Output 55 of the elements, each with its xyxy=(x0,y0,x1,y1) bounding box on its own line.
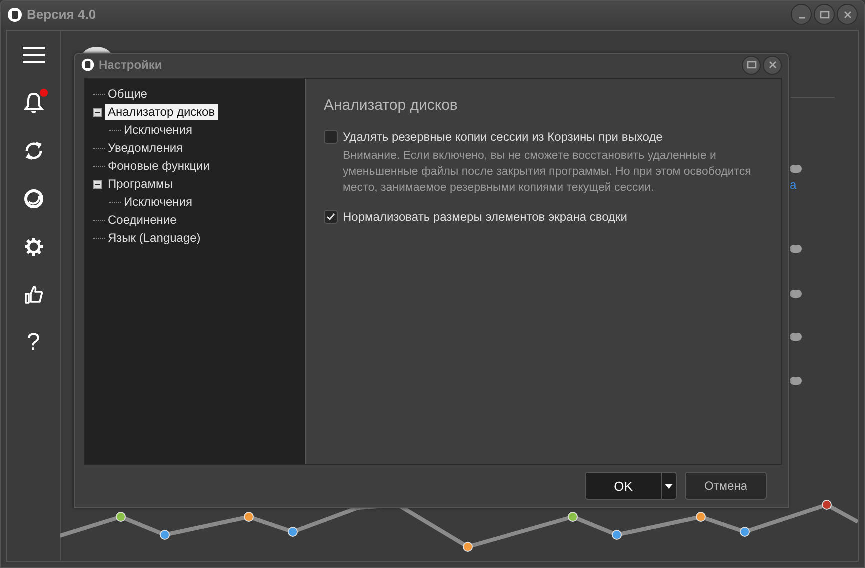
collapse-icon[interactable] xyxy=(93,180,105,188)
close-icon xyxy=(768,60,778,70)
maximize-button[interactable] xyxy=(814,4,835,25)
refresh-icon xyxy=(24,140,44,162)
thumbs-up-icon xyxy=(24,285,44,305)
toggle-switch[interactable] xyxy=(790,290,802,298)
section-title: Анализатор дисков xyxy=(324,97,459,114)
chart-point xyxy=(244,512,254,522)
minimize-button[interactable] xyxy=(791,4,812,25)
caret-icon xyxy=(665,484,673,488)
settings-icon xyxy=(24,237,44,257)
minimize-icon xyxy=(798,16,804,18)
disk-icon xyxy=(24,189,44,209)
chart-point xyxy=(160,530,170,540)
tree-item[interactable]: Уведомления xyxy=(105,140,186,156)
bell-icon xyxy=(24,92,44,114)
toggle-switch[interactable] xyxy=(790,245,802,253)
checkbox[interactable] xyxy=(324,210,338,224)
tree-item[interactable]: Общие xyxy=(105,86,150,102)
close-icon xyxy=(842,10,852,20)
chart-point xyxy=(116,512,126,522)
tree-item[interactable]: Программы xyxy=(105,176,176,192)
collapse-icon[interactable] xyxy=(93,108,105,116)
chart-point xyxy=(612,530,622,540)
tree-item[interactable]: Язык (Language) xyxy=(105,230,204,246)
checkbox-label: Нормализовать размеры элементов экрана сводки xyxy=(343,210,628,224)
maximize-icon xyxy=(820,10,830,20)
option-note: Внимание. Если включено, вы не сможете восстановить удаленные и уменьшенные файлы после закрытия программы. Но при этом освободится место, занимаемое резервными копиями текущей сессии. xyxy=(343,149,752,196)
checkmark-icon xyxy=(326,212,336,222)
maximize-icon xyxy=(746,60,756,70)
maximize-button[interactable] xyxy=(742,56,761,74)
tree-item[interactable]: Исключения xyxy=(121,122,196,138)
close-button[interactable] xyxy=(837,4,858,25)
chart-point xyxy=(822,500,832,510)
cancel-button[interactable]: Отмена xyxy=(685,472,767,500)
chart-point xyxy=(740,527,750,537)
tree-item[interactable]: Соединение xyxy=(105,212,180,228)
checkbox-label: Удалять резервные копии сессии из Корзины при выходе xyxy=(343,130,663,144)
toggle-switch[interactable] xyxy=(790,377,802,385)
tree-item[interactable]: Анализатор дисков xyxy=(105,104,218,120)
help-button[interactable]: ? xyxy=(18,329,48,357)
toggle-switch[interactable] xyxy=(790,333,802,341)
chart-point xyxy=(568,512,578,522)
checkbox[interactable] xyxy=(324,130,338,144)
chart-point xyxy=(463,542,473,552)
close-button[interactable] xyxy=(763,56,782,74)
dialog-title: Настройки xyxy=(99,58,162,72)
chart-point xyxy=(288,527,298,537)
tree-item[interactable]: Фоновые функции xyxy=(105,158,213,174)
chart-point xyxy=(696,512,706,522)
window-title: Версия 4.0 xyxy=(27,7,96,22)
logo-icon xyxy=(7,6,23,22)
toggle-switch[interactable] xyxy=(790,165,802,173)
tree-item[interactable]: Исключения xyxy=(121,194,196,210)
menu-icon xyxy=(22,46,44,64)
